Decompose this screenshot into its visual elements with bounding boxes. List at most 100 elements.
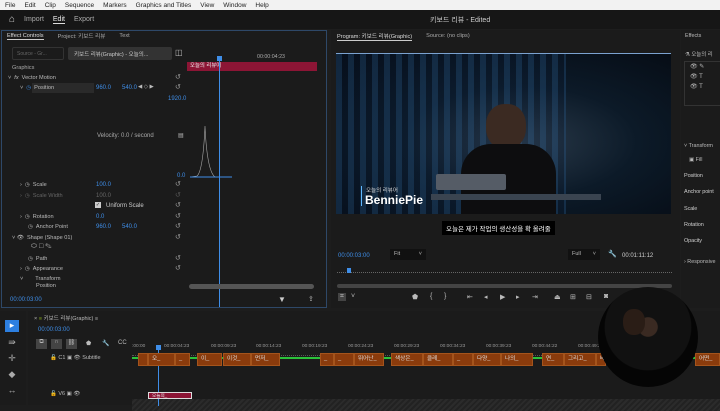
tab-project[interactable]: Project: 키보드 리뷰	[58, 32, 106, 40]
tab-effect-controls[interactable]: Effect Controls	[7, 33, 44, 40]
export-icon[interactable]: ⇪	[308, 295, 314, 303]
reset-icon[interactable]: ↺	[175, 191, 181, 199]
reset-icon[interactable]: ↺	[175, 73, 181, 81]
caption-clip[interactable]: 연_	[542, 353, 564, 366]
reset-icon[interactable]: ↺	[175, 233, 181, 241]
lift-icon[interactable]: ⏏	[554, 293, 561, 301]
add-marker-icon[interactable]: ⬟	[86, 340, 91, 347]
reset-icon[interactable]: ↺	[175, 212, 181, 220]
quality-dropdown[interactable]: Full ˅	[568, 249, 600, 260]
caption-clip[interactable]: 이_	[197, 353, 222, 366]
reset-icon[interactable]: ↺	[175, 254, 181, 262]
fill-row[interactable]: ▣ Fill	[689, 157, 702, 163]
mark-out-icon[interactable]: }	[444, 293, 446, 300]
fit-dropdown[interactable]: Fit ˅	[390, 249, 426, 260]
caption-clip[interactable]	[138, 353, 148, 366]
menu-sequence[interactable]: Sequence	[65, 2, 94, 9]
caption-clip[interactable]: 클레_	[423, 353, 453, 366]
vector-motion-row[interactable]: ˅ fx Vector Motion	[8, 73, 193, 83]
play-icon[interactable]: ▶	[500, 293, 505, 301]
marker-icon[interactable]: ⬟	[412, 293, 418, 301]
selection-tool-icon[interactable]: ▸	[5, 320, 19, 332]
insert-icon[interactable]: ⊞	[570, 293, 576, 301]
nest-icon[interactable]: ⧉	[36, 339, 47, 349]
caption-clip[interactable]: _	[334, 353, 354, 366]
uniform-scale-checkbox[interactable]: ✓	[95, 202, 101, 208]
reset-icon[interactable]: ↺	[175, 222, 181, 230]
captions-icon[interactable]: CC	[118, 340, 127, 346]
caption-clip[interactable]: 그리고_	[564, 353, 596, 366]
edit-tab[interactable]: Edit	[52, 16, 65, 24]
camera-icon[interactable]: ◙	[604, 293, 608, 300]
program-timecode[interactable]: 00:00:03:00	[338, 253, 370, 259]
mark-in-icon[interactable]: {	[430, 293, 432, 300]
keyframe-nav-icon[interactable]: ◀ ◇ ▶	[138, 84, 154, 90]
slip-icon[interactable]: ↔	[5, 385, 19, 397]
position-y[interactable]: 540.0	[122, 85, 137, 91]
reset-icon[interactable]: ↺	[175, 264, 181, 272]
import-tab[interactable]: Import	[24, 16, 44, 23]
snap-icon[interactable]: ∩	[51, 339, 62, 349]
caption-clip[interactable]: _	[453, 353, 473, 366]
transform-section[interactable]: ˅ Transform	[684, 143, 713, 149]
reset-icon[interactable]: ↺	[175, 180, 181, 188]
step-forward-icon[interactable]: ▸	[516, 293, 520, 301]
caption-clip[interactable]: 먼저_	[251, 353, 280, 366]
caption-clip[interactable]: 이것_	[223, 353, 251, 366]
shape-tools[interactable]: ⬭ □ ✎	[31, 243, 52, 251]
anchor-y[interactable]: 540.0	[122, 224, 137, 230]
ec-playhead[interactable]	[219, 57, 220, 307]
anchor-x[interactable]: 960.0	[96, 224, 111, 230]
caption-clip[interactable]: 나의_	[501, 353, 533, 366]
menu-clip[interactable]: Clip	[45, 2, 56, 9]
caption-clip[interactable]: 색상은_	[391, 353, 423, 366]
timeline-tab[interactable]: × ■ 키보드 리뷰(Graphic) ≡	[34, 314, 98, 322]
overwrite-icon[interactable]: ⊟	[586, 293, 592, 301]
layer-list[interactable]: 👁 ✎ 👁 T 👁 T	[684, 61, 720, 106]
caption-clip[interactable]: 어떤_	[695, 353, 720, 366]
stopwatch-icon[interactable]: ◷	[26, 85, 31, 91]
track-c1-header[interactable]: 🔓 C1 ▣ 👁 Subtitle	[50, 355, 101, 361]
tab-source[interactable]: Source: (no clips)	[426, 33, 470, 39]
timeline-settings-icon[interactable]: 🔧	[102, 340, 109, 347]
reset-icon[interactable]: ↺	[175, 83, 181, 91]
go-to-out-icon[interactable]: ⇥	[532, 293, 538, 301]
menu-help[interactable]: Help	[255, 2, 268, 9]
effects-layer[interactable]: ⚗ 오늘의 리	[685, 50, 713, 58]
linked-selection-icon[interactable]: ⛓	[66, 339, 77, 349]
video-frame[interactable]: 오늘의 리뷰어 BenniePie	[336, 53, 671, 214]
ec-zoom-scrollbar[interactable]	[189, 284, 314, 289]
caption-clip[interactable]: _	[175, 353, 190, 366]
scale-value[interactable]: 100.0	[96, 182, 111, 188]
panel-toggle-icon[interactable]: ◫	[175, 48, 183, 57]
tab-text[interactable]: Text	[119, 33, 129, 39]
menu-edit[interactable]: Edit	[24, 2, 35, 9]
step-back-icon[interactable]: ◂	[484, 293, 488, 301]
timeline-playhead-handle[interactable]	[156, 345, 161, 350]
position-x[interactable]: 960.0	[96, 85, 111, 91]
safe-margins-icon[interactable]: ⌗	[338, 293, 346, 301]
go-to-in-icon[interactable]: ⇤	[467, 293, 473, 301]
graphic-clip[interactable]: 오늘의_	[148, 392, 192, 399]
shape-row[interactable]: ˅ 👁 Shape (Shape 01)	[12, 233, 197, 243]
filter-icon[interactable]: ▼	[278, 295, 286, 304]
settings-chevron-icon[interactable]: ˅	[351, 293, 355, 300]
reset-icon[interactable]: ↺	[175, 201, 181, 209]
program-playhead[interactable]	[347, 268, 351, 273]
caption-clip[interactable]: 오_	[148, 353, 175, 366]
menu-markers[interactable]: Markers	[103, 2, 126, 9]
source-dropdown[interactable]: Source - Gr...	[12, 47, 64, 60]
menu-window[interactable]: Window	[223, 2, 246, 9]
tab-program[interactable]: Program: 키보드 리뷰(Graphic)	[337, 32, 413, 41]
caption-clip[interactable]: 뛰어난_	[354, 353, 384, 366]
caption-clip[interactable]: _	[320, 353, 334, 366]
export-tab[interactable]: Export	[74, 16, 94, 23]
ec-playhead-handle[interactable]	[217, 56, 222, 61]
wrench-icon[interactable]: 🔧	[608, 250, 617, 258]
menu-file[interactable]: File	[5, 2, 15, 9]
ripple-edit-icon[interactable]: ✛	[5, 353, 19, 365]
program-zoom-scrollbar[interactable]	[337, 284, 672, 288]
track-select-icon[interactable]: ⇛	[5, 337, 19, 349]
home-icon[interactable]: ⌂	[9, 14, 15, 25]
ec-clip-bar[interactable]: 오늘의 리뷰어	[187, 62, 317, 71]
